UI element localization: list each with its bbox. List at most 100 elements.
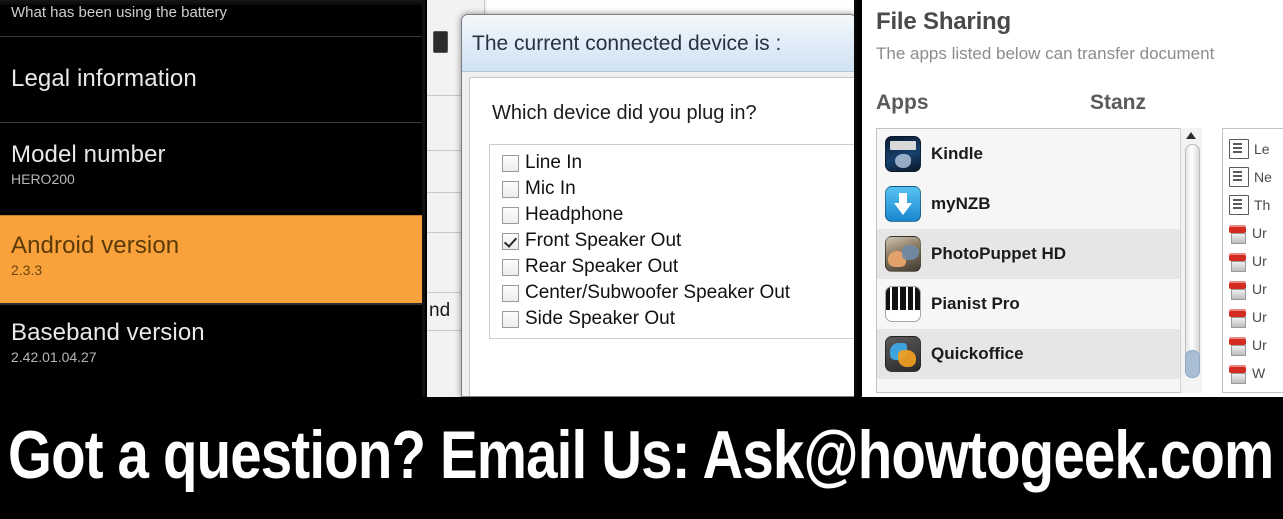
- dialog-panel-right-edge: [854, 0, 857, 397]
- android-version-title: Android version: [11, 232, 180, 259]
- checkbox-headphone[interactable]: [502, 206, 519, 224]
- file-sharing-heading: File Sharing: [876, 8, 1011, 35]
- document-name: Ur: [1252, 337, 1267, 353]
- document-name: Ur: [1252, 281, 1267, 297]
- dialog-title: The current connected device is :: [472, 32, 782, 55]
- list-item[interactable]: Quickoffice: [877, 329, 1200, 379]
- device-options-checklist: Line In Mic In Headphone Front Speaker O…: [489, 144, 856, 339]
- banner-contact-text: Got a question? Email Us: Ask@howtogeek.…: [8, 417, 1274, 493]
- checkbox-row-mic-in[interactable]: Mic In: [502, 176, 856, 202]
- list-item[interactable]: W: [1229, 359, 1283, 387]
- android-version-value: 2.3.3: [11, 262, 43, 278]
- apps-column-header: Apps: [876, 91, 929, 114]
- document-name: Le: [1254, 141, 1270, 157]
- photopuppet-app-icon: [885, 236, 921, 272]
- checkbox-label-front-speaker-out: Front Speaker Out: [525, 230, 682, 251]
- app-name-quickoffice: Quickoffice: [931, 344, 1024, 363]
- checkbox-label-center-subwoofer-speaker-out: Center/Subwoofer Speaker Out: [525, 282, 791, 303]
- checkbox-row-side-speaker-out[interactable]: Side Speaker Out: [502, 306, 856, 332]
- checkbox-label-rear-speaker-out: Rear Speaker Out: [525, 256, 679, 277]
- file-sharing-panel: File Sharing The apps listed below can t…: [862, 0, 1283, 397]
- checkbox-label-side-speaker-out: Side Speaker Out: [525, 308, 675, 329]
- checkbox-row-front-speaker-out[interactable]: Front Speaker Out: [502, 228, 856, 254]
- background-window-icon: [433, 31, 448, 53]
- connected-device-dialog: The current connected device is : Which …: [461, 14, 857, 397]
- android-row-model-number[interactable]: Model number HERO200: [0, 142, 425, 188]
- document-name: Ne: [1254, 169, 1272, 185]
- screenshot-stage: What has been using the battery Legal in…: [0, 0, 1283, 519]
- android-model-number-value: HERO200: [11, 171, 75, 187]
- checkbox-rear-speaker-out[interactable]: [502, 258, 519, 276]
- android-row-android-version[interactable]: Android version 2.3.3: [0, 215, 425, 305]
- pianist-pro-app-icon: [885, 286, 921, 322]
- apps-list[interactable]: Kindle myNZB PhotoPuppet HD Pianist Pro …: [876, 128, 1201, 393]
- app-name-mynzb: myNZB: [931, 194, 991, 213]
- dialog-question-label: Which device did you plug in?: [492, 102, 757, 124]
- app-name-kindle: Kindle: [931, 144, 983, 163]
- checkbox-mic-in[interactable]: [502, 180, 519, 198]
- list-item[interactable]: Ur: [1229, 219, 1283, 247]
- checkbox-row-headphone[interactable]: Headphone: [502, 202, 856, 228]
- list-item[interactable]: Ur: [1229, 247, 1283, 275]
- android-battery-usage-label: What has been using the battery: [11, 4, 227, 21]
- android-panel-right-edge: [422, 0, 425, 397]
- android-baseband-version-value: 2.42.01.04.27: [11, 349, 97, 365]
- android-row-baseband-version[interactable]: Baseband version 2.42.01.04.27: [0, 319, 425, 366]
- android-row-legal-information[interactable]: Legal information: [0, 66, 425, 92]
- scrollbar-thumb-end[interactable]: [1185, 350, 1200, 378]
- app-name-pianist-pro: Pianist Pro: [931, 294, 1020, 313]
- quickoffice-app-icon: [885, 336, 921, 372]
- pdf-icon: [1229, 252, 1247, 272]
- dialog-body: Which device did you plug in? Line In Mi…: [469, 77, 856, 396]
- checkbox-side-speaker-out[interactable]: [502, 310, 519, 328]
- android-row-battery-usage[interactable]: What has been using the battery: [0, 4, 425, 21]
- android-legal-information-title: Legal information: [11, 65, 197, 92]
- list-item[interactable]: Le: [1229, 135, 1283, 163]
- list-item[interactable]: Kindle: [877, 129, 1200, 179]
- dialog-title-bar: The current connected device is :: [462, 15, 856, 72]
- checkbox-label-headphone: Headphone: [525, 204, 624, 225]
- list-item[interactable]: Ur: [1229, 303, 1283, 331]
- checkbox-label-line-in: Line In: [525, 152, 583, 173]
- android-baseband-version-title: Baseband version: [11, 319, 205, 346]
- list-item[interactable]: myNZB: [877, 179, 1200, 229]
- checkbox-row-center-subwoofer-speaker-out[interactable]: Center/Subwoofer Speaker Out: [502, 280, 856, 306]
- document-name: Th: [1254, 197, 1271, 213]
- pdf-icon: [1229, 336, 1247, 356]
- document-icon: [1229, 195, 1249, 215]
- checkbox-row-rear-speaker-out[interactable]: Rear Speaker Out: [502, 254, 856, 280]
- list-item[interactable]: Ur: [1229, 275, 1283, 303]
- list-item[interactable]: Ne: [1229, 163, 1283, 191]
- checkbox-center-subwoofer-speaker-out[interactable]: [502, 284, 519, 302]
- pdf-icon: [1229, 364, 1247, 384]
- android-about-phone-panel: What has been using the battery Legal in…: [0, 0, 425, 397]
- list-item[interactable]: PhotoPuppet HD: [877, 229, 1200, 279]
- checkbox-row-line-in[interactable]: Line In: [502, 150, 856, 176]
- file-sharing-description: The apps listed below can transfer docum…: [876, 44, 1215, 63]
- list-item[interactable]: Ur: [1229, 331, 1283, 359]
- list-item[interactable]: Th: [1229, 191, 1283, 219]
- bottom-banner: Got a question? Email Us: Ask@howtogeek.…: [0, 397, 1283, 519]
- document-name: Ur: [1252, 253, 1267, 269]
- checkbox-label-mic-in: Mic In: [525, 178, 576, 199]
- checkbox-line-in[interactable]: [502, 154, 519, 172]
- list-item[interactable]: Pianist Pro: [877, 279, 1200, 329]
- connected-device-dialog-panel: nd The current connected device is : Whi…: [427, 0, 857, 397]
- pdf-icon: [1229, 224, 1247, 244]
- pdf-icon: [1229, 280, 1247, 300]
- documents-list[interactable]: Le Ne Th Ur Ur Ur Ur Ur W: [1222, 128, 1283, 393]
- scroll-up-arrow-icon[interactable]: [1186, 132, 1196, 139]
- document-name: Ur: [1252, 309, 1267, 325]
- apps-list-scrollbar[interactable]: [1180, 128, 1202, 393]
- document-icon: [1229, 167, 1249, 187]
- document-icon: [1229, 139, 1249, 159]
- scrollbar-thumb[interactable]: [1185, 144, 1200, 378]
- mynzb-app-icon: [885, 186, 921, 222]
- background-window-text-fragment: nd: [429, 300, 451, 321]
- checkbox-front-speaker-out[interactable]: [502, 232, 519, 250]
- document-name: Ur: [1252, 225, 1267, 241]
- documents-column-header: Stanz: [1090, 91, 1147, 114]
- app-name-photopuppet-hd: PhotoPuppet HD: [931, 244, 1067, 263]
- pdf-icon: [1229, 308, 1247, 328]
- kindle-app-icon: [885, 136, 921, 172]
